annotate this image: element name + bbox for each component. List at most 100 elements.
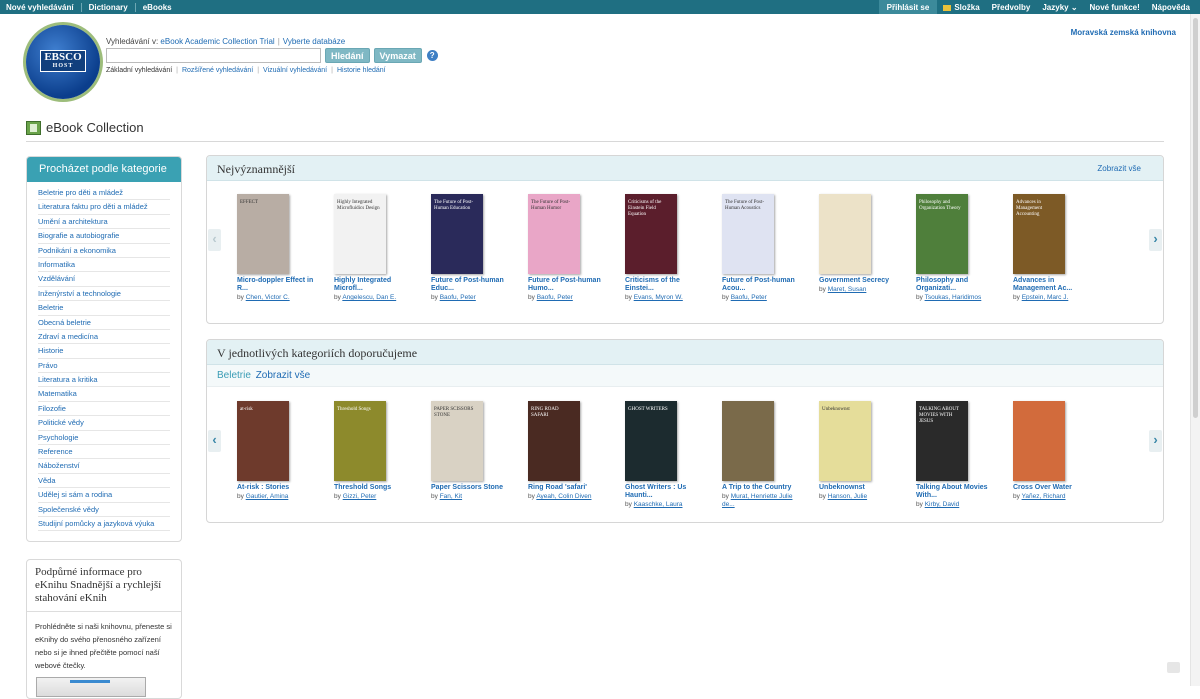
book-author[interactable]: Fan, Kit	[440, 493, 462, 500]
book-cover[interactable]	[819, 194, 871, 274]
category-item[interactable]: Studijní pomůcky a jazyková výuka	[38, 517, 170, 532]
book-author[interactable]: Yañez, Richard	[1022, 493, 1066, 500]
book-title[interactable]: Government Secrecy	[819, 277, 901, 285]
book-card[interactable]: The Future of Post-Human Education Future…	[431, 194, 513, 302]
search-button[interactable]: Hledání	[325, 48, 370, 63]
category-item[interactable]: Reference	[38, 445, 170, 460]
category-item[interactable]: Obecná beletrie	[38, 316, 170, 330]
category-item[interactable]: Literatura a kritika	[38, 373, 170, 388]
category-item[interactable]: Zdraví a medicína	[38, 330, 170, 345]
book-title[interactable]: Future of Post-human Acou...	[722, 277, 804, 293]
category-item[interactable]: Psychologie	[38, 431, 170, 446]
book-card[interactable]: Highly Integrated Microfluidics Design Hi…	[334, 194, 416, 302]
category-item[interactable]: Politické vědy	[38, 416, 170, 431]
book-cover[interactable]: Highly Integrated Microfluidics Design	[334, 194, 386, 274]
book-card[interactable]: The Future of Post-Human Acoustics Future…	[722, 194, 804, 302]
book-card[interactable]: PAPER SCISSORS STONE Paper Scissors Stone…	[431, 401, 513, 501]
book-author[interactable]: Kaaschke, Laura	[634, 501, 683, 508]
book-title[interactable]: Future of Post-human Humo...	[528, 277, 610, 293]
feedback-icon[interactable]	[1167, 662, 1180, 673]
book-card[interactable]: Unbeknownst Unbeknownst by Hanson, Julie	[819, 401, 901, 501]
book-card[interactable]: Threshold Songs Threshold Songs by Gizzi, …	[334, 401, 416, 501]
recommended-show-all-link[interactable]: Zobrazit vše	[256, 370, 310, 381]
book-card[interactable]: Advances in Management Accounting Advance…	[1013, 194, 1095, 302]
category-item[interactable]: Informatika	[38, 258, 170, 273]
category-item[interactable]: Matematika	[38, 387, 170, 402]
help-link[interactable]: Nápověda	[1146, 0, 1196, 14]
search-input[interactable]	[106, 48, 321, 63]
new-features-link[interactable]: Nové funkce!	[1084, 0, 1146, 14]
languages-dropdown[interactable]: Jazyky ⌄	[1036, 0, 1083, 14]
book-cover[interactable]: Unbeknownst	[819, 401, 871, 481]
recommended-prev-arrow[interactable]: ‹	[208, 430, 221, 452]
book-title[interactable]: Threshold Songs	[334, 484, 416, 492]
book-author[interactable]: Ayeah, Colin Diven	[536, 493, 591, 500]
book-cover[interactable]	[1013, 401, 1065, 481]
book-card[interactable]: Government Secrecy by Maret, Susan	[819, 194, 901, 294]
category-item[interactable]: Literatura faktu pro děti a mládež	[38, 200, 170, 215]
nav-ebooks[interactable]: eBooks	[134, 3, 179, 12]
mode-basic[interactable]: Základní vyhledávání	[106, 67, 172, 74]
book-title[interactable]: Advances in Management Ac...	[1013, 277, 1095, 293]
folder-link[interactable]: Složka	[937, 0, 985, 14]
book-card[interactable]: Cross Over Water by Yañez, Richard	[1013, 401, 1095, 501]
book-author[interactable]: Evans, Myron W.	[634, 294, 683, 301]
preferences-link[interactable]: Předvolby	[986, 0, 1037, 14]
book-cover[interactable]: Advances in Management Accounting	[1013, 194, 1065, 274]
book-author[interactable]: Chen, Victor C.	[246, 294, 290, 301]
category-item[interactable]: Udělej si sám a rodina	[38, 488, 170, 503]
category-item[interactable]: Podnikání a ekonomika	[38, 244, 170, 258]
book-cover[interactable]	[722, 401, 774, 481]
ebscohost-logo[interactable]: EBSCO HOST	[26, 25, 100, 99]
book-author[interactable]: Maret, Susan	[828, 286, 867, 293]
book-cover[interactable]: Threshold Songs	[334, 401, 386, 481]
book-author[interactable]: Baofu, Peter	[731, 294, 767, 301]
category-item[interactable]: Historie	[38, 344, 170, 359]
book-author[interactable]: Angelescu, Dan E.	[342, 294, 396, 301]
page-scrollbar[interactable]	[1190, 14, 1200, 686]
nav-dictionary[interactable]: Dictionary	[80, 3, 135, 12]
book-title[interactable]: Paper Scissors Stone	[431, 484, 513, 492]
book-title[interactable]: Micro-doppler Effect in R...	[237, 277, 319, 293]
book-cover[interactable]: GHOST WRITERS	[625, 401, 677, 481]
book-cover[interactable]: PAPER SCISSORS STONE	[431, 401, 483, 481]
mode-advanced[interactable]: Rozšířené vyhledávání	[182, 67, 253, 74]
book-author[interactable]: Kirby, David	[925, 501, 960, 508]
book-author[interactable]: Murat, Henriette Julie de...	[722, 493, 792, 508]
recommended-category-link[interactable]: Beletrie	[217, 370, 251, 381]
category-item[interactable]: Inženýrství a technologie	[38, 287, 170, 302]
book-cover[interactable]: at-risk	[237, 401, 289, 481]
book-title[interactable]: Philosophy and Organizati...	[916, 277, 998, 293]
book-card[interactable]: RING ROAD SAFARI Ring Road 'safari' by Aye…	[528, 401, 610, 501]
book-title[interactable]: Unbeknownst	[819, 484, 901, 492]
category-item[interactable]: Náboženství	[38, 459, 170, 474]
mode-visual[interactable]: Vizuální vyhledávání	[263, 67, 327, 74]
nav-new-search[interactable]: Nové vyhledávání	[6, 3, 81, 12]
book-cover[interactable]: The Future of Post-Human Education	[431, 194, 483, 274]
book-author[interactable]: Gautier, Amina	[246, 493, 289, 500]
category-item[interactable]: Věda	[38, 474, 170, 489]
support-screenshot-thumbnail[interactable]	[36, 677, 146, 697]
signin-link[interactable]: Přihlásit se	[878, 0, 938, 14]
database-link[interactable]: eBook Academic Collection Trial	[160, 37, 274, 46]
mode-history[interactable]: Historie hledání	[337, 67, 386, 74]
book-cover[interactable]: The Future of Post-Human Acoustics	[722, 194, 774, 274]
book-card[interactable]: Criticisms of the Einstein Field Equatio…	[625, 194, 707, 302]
category-item[interactable]: Filozofie	[38, 402, 170, 417]
category-item[interactable]: Umění a architektura	[38, 215, 170, 230]
book-title[interactable]: A Trip to the Country	[722, 484, 804, 492]
book-title[interactable]: At-risk : Stories	[237, 484, 319, 492]
category-item[interactable]: Beletrie pro děti a mládež	[38, 186, 170, 201]
category-item[interactable]: Právo	[38, 359, 170, 374]
book-title[interactable]: Ghost Writers : Us Haunti...	[625, 484, 707, 500]
book-cover[interactable]: RING ROAD SAFARI	[528, 401, 580, 481]
book-title[interactable]: Ring Road 'safari'	[528, 484, 610, 492]
book-card[interactable]: TALKING ABOUT MOVIES WITH JESUS Talking A…	[916, 401, 998, 509]
book-cover[interactable]: Criticisms of the Einstein Field Equatio…	[625, 194, 677, 274]
popular-prev-arrow[interactable]: ‹	[208, 229, 221, 251]
book-title[interactable]: Criticisms of the Einstei...	[625, 277, 707, 293]
book-title[interactable]: Cross Over Water	[1013, 484, 1095, 492]
choose-databases-link[interactable]: Vyberte databáze	[283, 37, 345, 46]
book-author[interactable]: Epstein, Marc J.	[1022, 294, 1069, 301]
book-card[interactable]: The Future of Post-Human Humor Future of …	[528, 194, 610, 302]
